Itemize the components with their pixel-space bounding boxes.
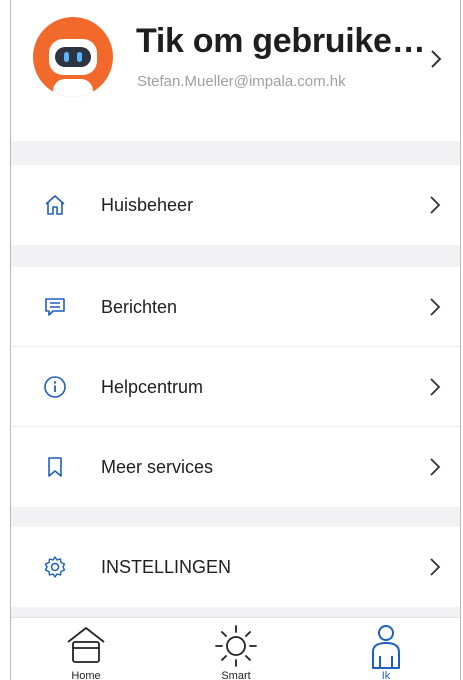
username[interactable]: Tik om gebruikersnaam in te stellen — [136, 22, 426, 61]
app-frame: Tik om gebruikersnaam in te stellen Stef… — [10, 0, 461, 680]
house-icon — [45, 195, 65, 215]
chevron-right-icon — [430, 458, 441, 476]
bookmark-icon — [48, 457, 62, 477]
menu-item-home-management[interactable]: Huisbeheer — [11, 165, 460, 245]
chevron-right-icon — [430, 298, 441, 316]
menu-item-help-center[interactable]: Helpcentrum — [11, 347, 460, 427]
menu-item-messages[interactable]: Berichten — [11, 267, 460, 347]
profile-header[interactable]: Tik om gebruikersnaam in te stellen Stef… — [11, 0, 460, 141]
robot-body-icon — [53, 79, 93, 97]
sun-icon — [215, 625, 257, 667]
menu-item-label: INSTELLINGEN — [101, 557, 232, 577]
user-email: Stefan.Mueller@impala.com.hk — [137, 73, 346, 90]
chevron-right-icon — [430, 196, 441, 214]
robot-visor-icon — [55, 47, 91, 67]
message-icon — [45, 298, 65, 316]
robot-eye-icon — [64, 52, 69, 62]
group-settings: INSTELLINGEN — [11, 527, 460, 607]
gear-icon — [44, 556, 66, 578]
person-icon — [372, 625, 400, 669]
chevron-right-icon — [430, 558, 441, 576]
tab-home-label: Home — [71, 670, 101, 680]
tab-smart[interactable]: Smart — [161, 618, 311, 680]
group-info: Berichten Helpcentrum Meer services — [11, 267, 460, 507]
menu-item-label: Meer services — [101, 457, 214, 477]
tab-smart-label: Smart — [221, 670, 251, 680]
avatar[interactable] — [33, 17, 113, 97]
home-icon — [67, 627, 105, 663]
chevron-right-icon — [431, 50, 442, 68]
tab-home[interactable]: Home — [11, 618, 161, 680]
menu-item-label: Helpcentrum — [101, 377, 204, 397]
chevron-right-icon — [430, 378, 441, 396]
bottom-tab-bar: Home Smart Ik — [11, 617, 460, 680]
info-icon — [44, 376, 66, 398]
robot-eye-icon — [77, 52, 82, 62]
tab-me-label: Ik — [381, 670, 391, 680]
group-home: Huisbeheer — [11, 165, 460, 245]
menu-item-label: Huisbeheer — [101, 195, 194, 215]
menu-item-more-services[interactable]: Meer services — [11, 427, 460, 507]
menu-item-label: Berichten — [101, 297, 178, 317]
tab-me[interactable]: Ik — [311, 618, 460, 680]
menu-item-settings[interactable]: INSTELLINGEN — [11, 527, 460, 607]
